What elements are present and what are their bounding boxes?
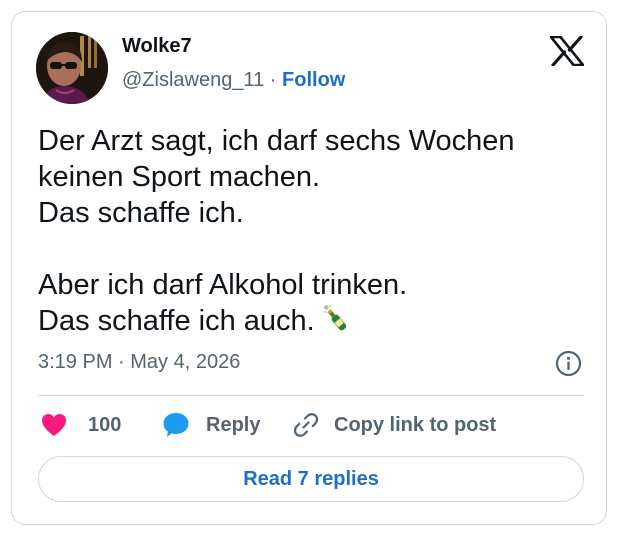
follow-link[interactable]: Follow	[282, 69, 345, 91]
reply-label: Reply	[206, 413, 261, 436]
avatar[interactable]	[36, 32, 108, 104]
info-icon[interactable]	[555, 350, 582, 377]
copy-link-label: Copy link to post	[334, 413, 497, 436]
heart-icon	[42, 414, 66, 436]
reply-button[interactable]: Reply	[162, 410, 260, 440]
like-button[interactable]: 100	[40, 410, 121, 440]
copy-link-button[interactable]: Copy link to post	[292, 410, 496, 440]
speech-bubble-icon	[163, 413, 189, 437]
author-display-name[interactable]: Wolke7	[122, 35, 192, 58]
profile-photo-icon	[36, 32, 108, 104]
read-replies-button[interactable]: Read 7 replies	[38, 456, 584, 502]
author-handle-line: @Zislaweng_11 · Follow	[122, 69, 345, 92]
tweet-line: Das schaffe ich.	[38, 197, 244, 229]
tweet-line: Aber ich darf Alkohol trinken.	[38, 269, 408, 301]
author-handle[interactable]: @Zislaweng_11	[122, 69, 264, 91]
tweet-line: Das schaffe ich auch.	[38, 305, 315, 337]
read-replies-label: Read 7 replies	[243, 467, 379, 490]
x-logo-icon[interactable]	[550, 36, 584, 66]
tweet-line: keinen Sport machen.	[38, 161, 321, 193]
divider	[38, 395, 584, 396]
tweet-text: Der Arzt sagt, ich darf sechs Wochen kei…	[38, 123, 588, 343]
like-count: 100	[88, 413, 122, 436]
tweet-line: Der Arzt sagt, ich darf sechs Wochen	[38, 125, 515, 157]
tweet-card: Wolke7 @Zislaweng_11 · Follow Der Arzt s…	[11, 11, 607, 525]
handle-separator: ·	[264, 69, 283, 91]
bottle-with-popping-cork-icon	[321, 304, 351, 343]
tweet-last-line: Das schaffe ich auch.	[38, 303, 588, 343]
tweet-timestamp[interactable]: 3:19 PM · May 4, 2026	[38, 351, 240, 374]
link-icon	[293, 413, 319, 437]
